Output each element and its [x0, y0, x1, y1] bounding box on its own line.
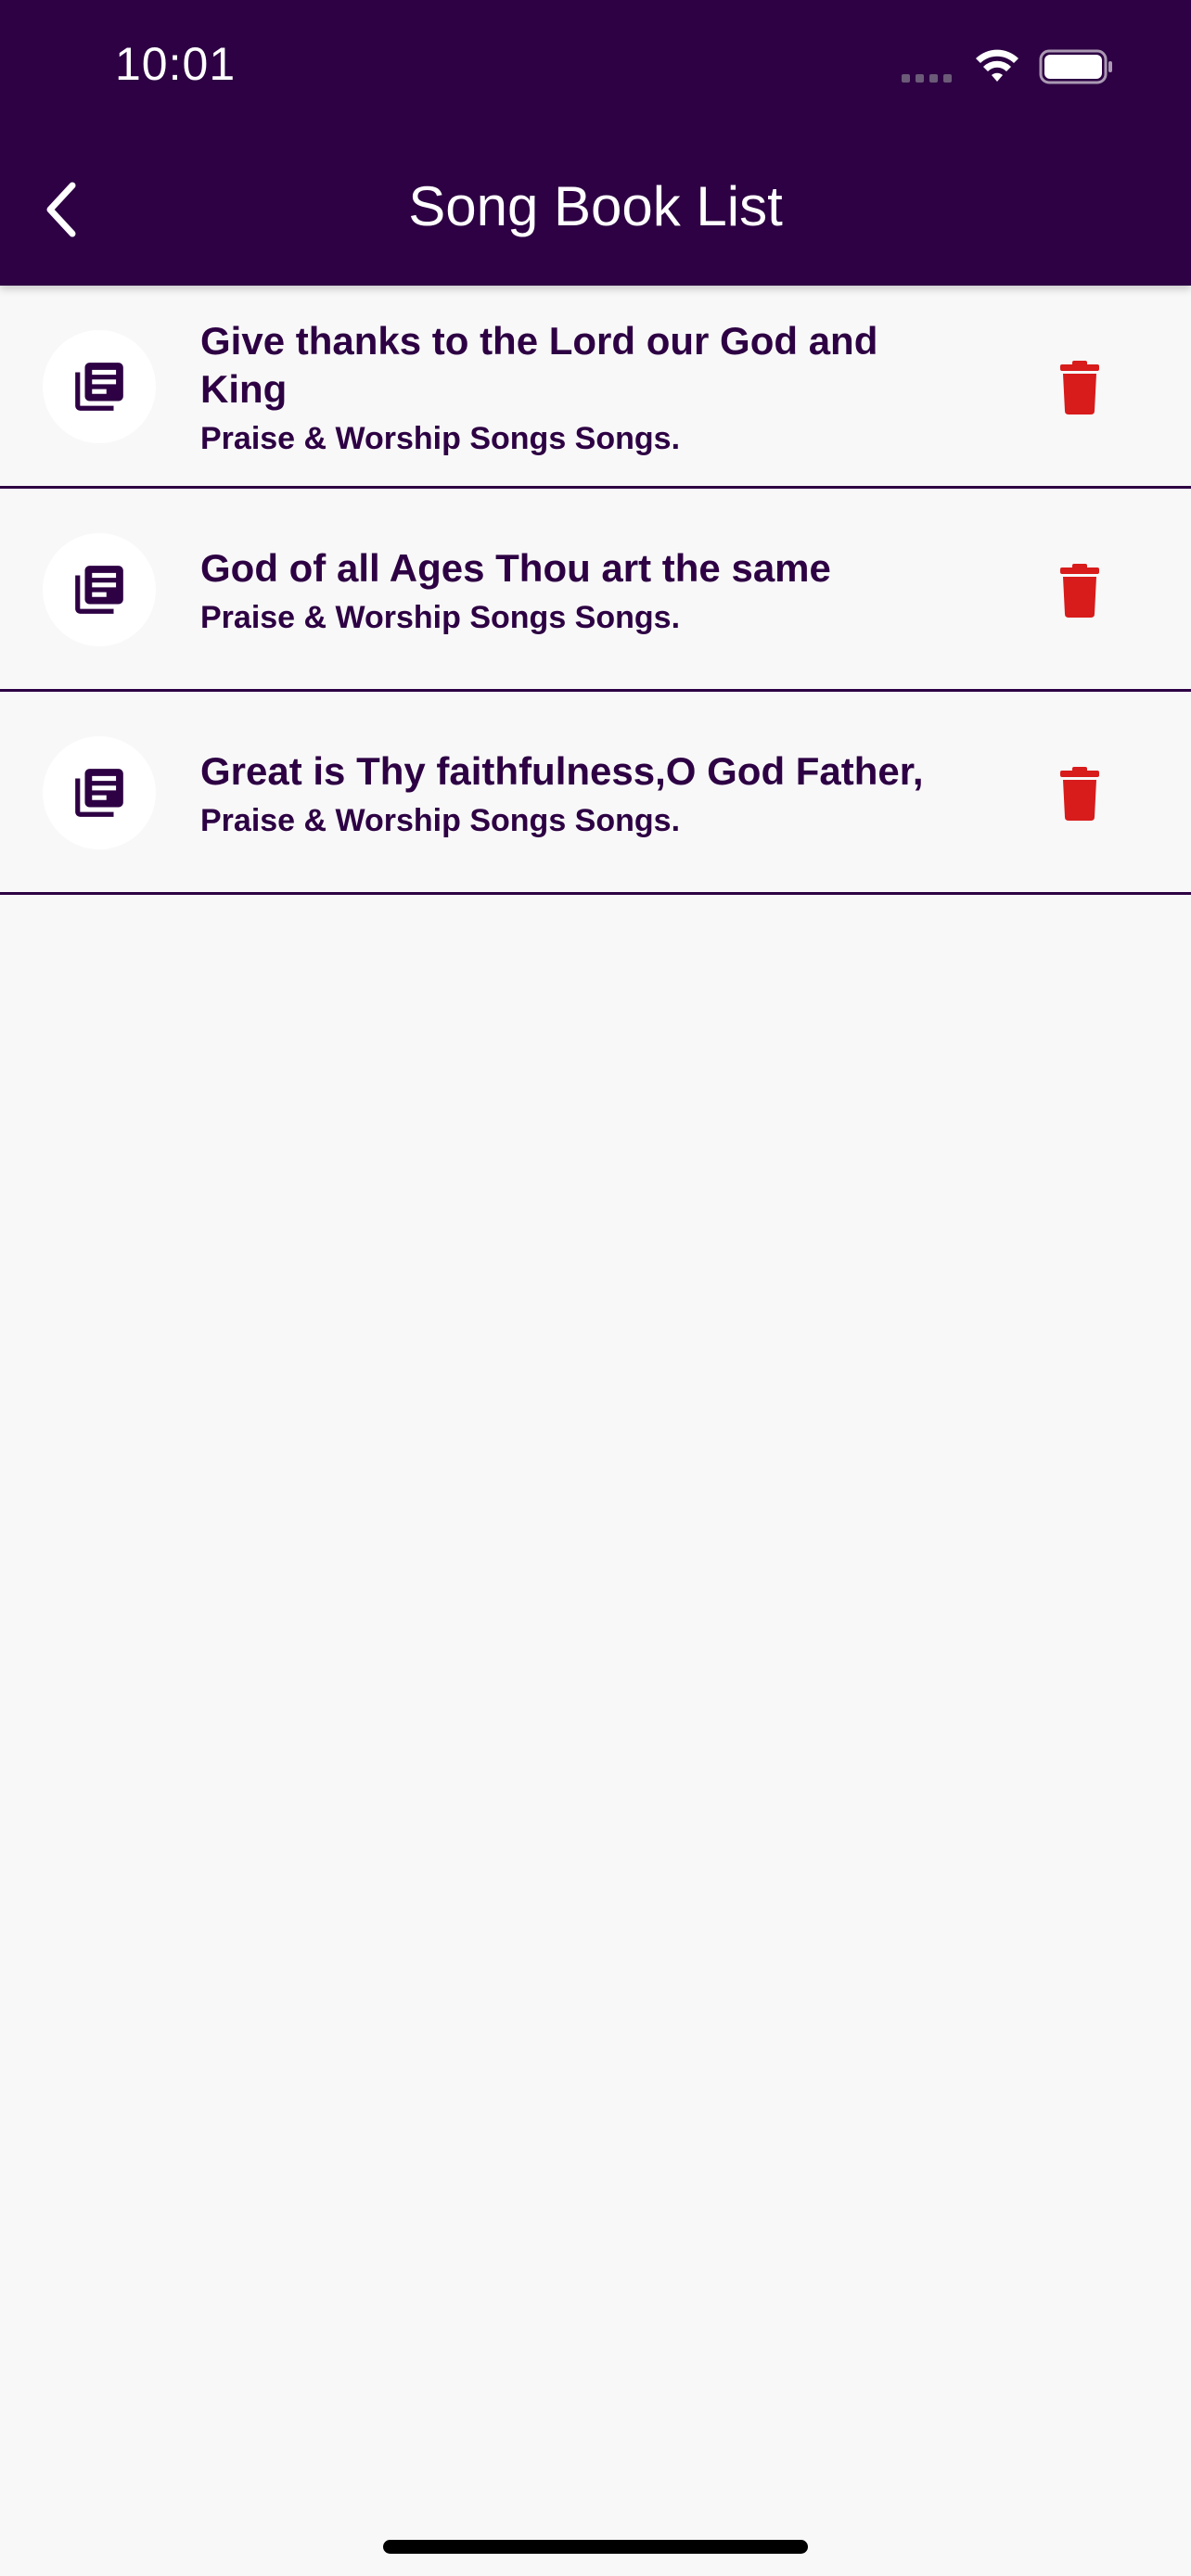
song-title: God of all Ages Thou art the same — [200, 546, 831, 590]
library-books-icon — [75, 566, 123, 614]
trash-icon — [1060, 767, 1099, 821]
song-subtitle: Praise & Worship Songs Songs. — [200, 600, 681, 635]
delete-button[interactable] — [1046, 555, 1113, 626]
song-subtitle: Praise & Worship Songs Songs. — [200, 803, 681, 838]
delete-button[interactable] — [1046, 352, 1113, 423]
delete-button[interactable] — [1046, 759, 1113, 829]
list-item[interactable]: God of all Ages Thou art the same Praise… — [0, 489, 1191, 692]
song-avatar — [43, 533, 156, 646]
library-books-icon — [75, 769, 123, 817]
home-indicator[interactable] — [383, 2540, 808, 2554]
list-item[interactable]: Give thanks to the Lord our God and King… — [0, 286, 1191, 489]
song-text: Great is Thy faithfulness,O God Father, … — [200, 725, 970, 864]
song-avatar — [43, 330, 156, 443]
song-title: Great is Thy faithfulness,O God Father, — [200, 749, 924, 793]
song-text: God of all Ages Thou art the same Praise… — [200, 522, 970, 661]
page-title: Song Book List — [408, 175, 783, 237]
library-books-icon — [75, 363, 123, 411]
wifi-icon — [976, 49, 1018, 82]
song-avatar — [43, 736, 156, 849]
cellular-signal-icon — [902, 74, 952, 83]
trash-icon — [1060, 361, 1099, 414]
song-subtitle: Praise & Worship Songs Songs. — [200, 421, 681, 456]
status-time: 10:01 — [115, 38, 237, 90]
song-list: Give thanks to the Lord our God and King… — [0, 286, 1191, 895]
trash-icon — [1060, 564, 1099, 618]
list-item[interactable]: Great is Thy faithfulness,O God Father, … — [0, 692, 1191, 895]
song-title: Give thanks to the Lord our God and King — [200, 319, 878, 411]
battery-icon — [1039, 49, 1112, 84]
song-text: Give thanks to the Lord our God and King… — [200, 319, 970, 458]
app-header: 10:01 Song Book List — [0, 0, 1191, 286]
